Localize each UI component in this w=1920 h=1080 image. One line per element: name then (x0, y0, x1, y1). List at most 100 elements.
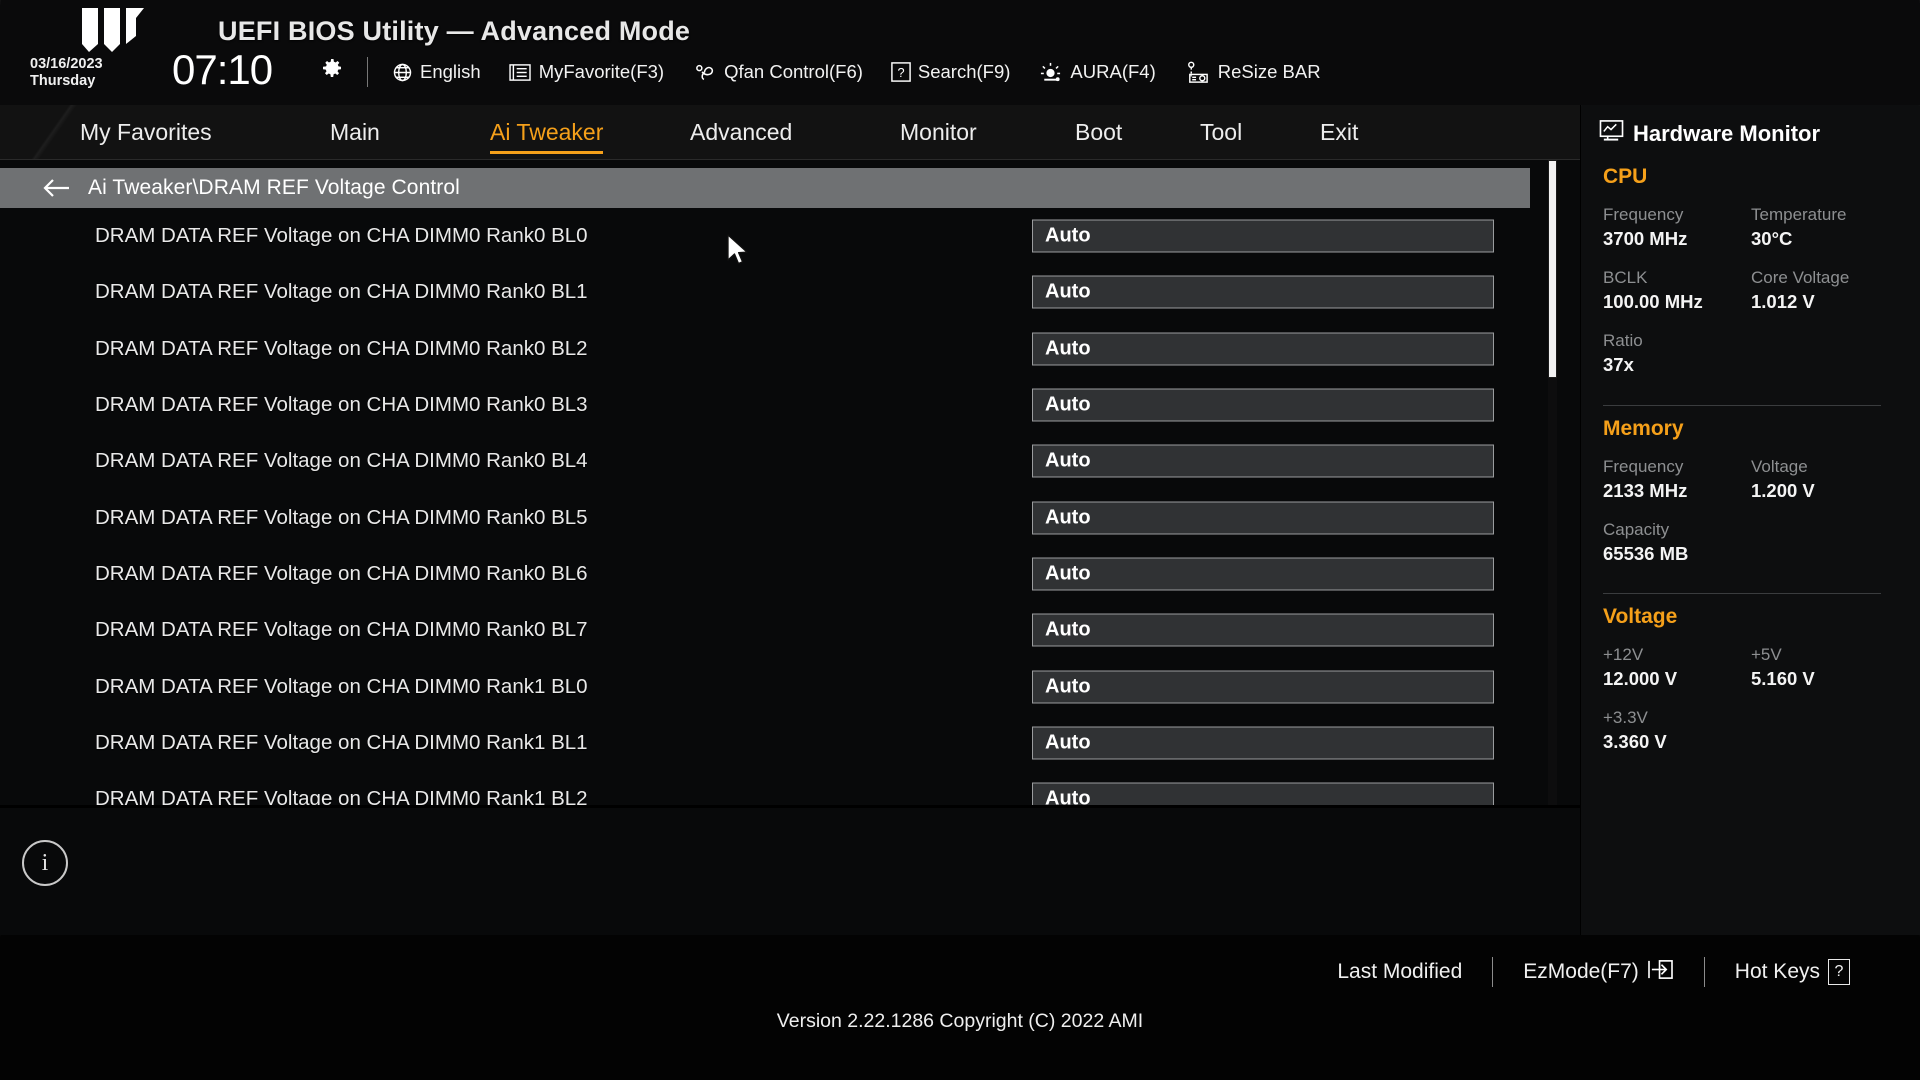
hw-metric-value: 5.160 V (1751, 668, 1815, 689)
setting-value-text: Auto (1045, 280, 1091, 303)
hw-metric: Voltage 1.200 V (1751, 455, 1815, 503)
list-icon (509, 63, 532, 82)
aura-button[interactable]: AURA(F4) (1038, 61, 1156, 84)
back-arrow-icon[interactable] (42, 177, 72, 199)
setting-row[interactable]: DRAM DATA REF Voltage on CHA DIMM0 Rank1… (0, 658, 1580, 714)
hw-metric: Ratio 37x (1603, 329, 1643, 377)
setting-value-field[interactable]: Auto (1032, 444, 1494, 478)
setting-row[interactable]: DRAM DATA REF Voltage on CHA DIMM0 Rank0… (0, 489, 1580, 545)
globe-icon (392, 62, 413, 83)
settings-list: DRAM DATA REF Voltage on CHA DIMM0 Rank0… (0, 208, 1580, 808)
header-divider (367, 57, 368, 87)
hw-metric-key: +3.3V (1603, 708, 1648, 727)
myfavorite-button[interactable]: MyFavorite(F3) (509, 61, 664, 83)
list-bottom-edge (0, 805, 1580, 808)
scrollbar-thumb[interactable] (1548, 160, 1557, 378)
hw-metric-key: Capacity (1603, 520, 1670, 539)
setting-row[interactable]: DRAM DATA REF Voltage on CHA DIMM0 Rank0… (0, 208, 1580, 264)
setting-value-text: Auto (1045, 337, 1091, 360)
tab-boot[interactable]: Boot (1075, 119, 1122, 152)
resize-bar-label: ReSize BAR (1217, 61, 1321, 82)
setting-label: DRAM DATA REF Voltage on CHA DIMM0 Rank0… (95, 618, 588, 642)
ezmode-button[interactable]: EzMode(F7) (1493, 958, 1704, 987)
hw-metric-value: 100.00 MHz (1603, 291, 1703, 312)
tab-ai-tweaker[interactable]: Ai Tweaker (490, 119, 604, 154)
hw-metric-key: Voltage (1751, 457, 1808, 476)
hw-metric-key: Temperature (1751, 205, 1847, 224)
ezmode-label: EzMode(F7) (1523, 960, 1639, 983)
search-button[interactable]: ? Search(F9) (891, 61, 1011, 83)
hotkeys-label: Hot Keys (1734, 960, 1820, 983)
setting-value-field[interactable]: Auto (1032, 726, 1494, 760)
breadcrumb[interactable]: Ai Tweaker\DRAM REF Voltage Control (0, 168, 1530, 208)
setting-row[interactable]: DRAM DATA REF Voltage on CHA DIMM0 Rank0… (0, 377, 1580, 433)
setting-value-text: Auto (1045, 618, 1091, 641)
setting-value-field[interactable]: Auto (1032, 275, 1494, 309)
setting-value-field[interactable]: Auto (1032, 557, 1494, 591)
hw-metric-key: Frequency (1603, 457, 1684, 476)
monitor-graph-icon (1599, 119, 1624, 148)
setting-row[interactable]: DRAM DATA REF Voltage on CHA DIMM0 Rank1… (0, 715, 1580, 771)
resize-bar-button[interactable]: ReSize BAR (1184, 60, 1321, 85)
hw-metric: Core Voltage 1.012 V (1751, 266, 1849, 314)
setting-row[interactable]: DRAM DATA REF Voltage on CHA DIMM0 Rank1… (0, 771, 1580, 808)
setting-value-field[interactable]: Auto (1032, 332, 1494, 366)
breadcrumb-path: Ai Tweaker\DRAM REF Voltage Control (88, 176, 460, 199)
setting-row[interactable]: DRAM DATA REF Voltage on CHA DIMM0 Rank0… (0, 433, 1580, 489)
setting-label: DRAM DATA REF Voltage on CHA DIMM0 Rank0… (95, 224, 588, 248)
date-display: 03/16/2023 Thursday (30, 56, 103, 90)
footer-actions: Last Modified EzMode(F7) Hot Keys ? (1307, 957, 1880, 987)
weekday-value: Thursday (30, 73, 96, 89)
exit-arrow-icon (1647, 958, 1674, 987)
setting-value-text: Auto (1045, 393, 1091, 416)
setting-label: DRAM DATA REF Voltage on CHA DIMM0 Rank0… (95, 280, 588, 304)
question-box-icon: ? (891, 61, 911, 83)
setting-row[interactable]: DRAM DATA REF Voltage on CHA DIMM0 Rank0… (0, 602, 1580, 658)
qfan-control-button[interactable]: Qfan Control(F6) (692, 61, 863, 83)
hw-metric: +12V 12.000 V (1603, 643, 1677, 691)
gear-icon[interactable] (320, 56, 344, 80)
tab-monitor[interactable]: Monitor (900, 119, 977, 152)
hw-metric-value: 3.360 V (1603, 731, 1667, 752)
setting-value-field[interactable]: Auto (1032, 219, 1494, 253)
tab-exit[interactable]: Exit (1320, 119, 1358, 152)
hotkeys-button[interactable]: Hot Keys ? (1705, 959, 1880, 985)
setting-value-field[interactable]: Auto (1032, 388, 1494, 422)
hardware-monitor-title: Hardware Monitor (1599, 119, 1820, 148)
last-modified-label: Last Modified (1337, 960, 1463, 983)
setting-value-field[interactable]: Auto (1032, 670, 1494, 704)
header-tools: English MyFavorite(F3) Qfan Control(F6) … (392, 57, 1321, 87)
info-icon[interactable]: i (22, 840, 68, 886)
clock-display: 07:10 (172, 46, 273, 93)
hw-metric: Capacity 65536 MB (1603, 518, 1688, 566)
language-button[interactable]: English (392, 61, 481, 83)
setting-row[interactable]: DRAM DATA REF Voltage on CHA DIMM0 Rank0… (0, 264, 1580, 320)
setting-value-text: Auto (1045, 506, 1091, 529)
setting-row[interactable]: DRAM DATA REF Voltage on CHA DIMM0 Rank0… (0, 321, 1580, 377)
lightbulb-icon (1038, 61, 1063, 84)
setting-row[interactable]: DRAM DATA REF Voltage on CHA DIMM0 Rank0… (0, 546, 1580, 602)
setting-label: DRAM DATA REF Voltage on CHA DIMM0 Rank0… (95, 561, 588, 585)
tab-tool[interactable]: Tool (1200, 119, 1242, 152)
search-label: Search(F9) (917, 61, 1011, 82)
hw-metric-value: 12.000 V (1603, 668, 1678, 689)
hw-metric-value: 1.200 V (1751, 480, 1815, 501)
tab-advanced[interactable]: Advanced (690, 119, 792, 152)
setting-value-text: Auto (1045, 224, 1091, 247)
myfavorite-label: MyFavorite(F3) (538, 61, 665, 82)
last-modified-button[interactable]: Last Modified (1307, 960, 1492, 984)
setting-value-text: Auto (1045, 675, 1091, 698)
tab-main[interactable]: Main (330, 119, 380, 152)
hw-metric-value: 3700 MHz (1603, 228, 1688, 249)
hw-metric-key: BCLK (1603, 268, 1648, 287)
hw-metric-key: +5V (1751, 645, 1782, 664)
setting-value-field[interactable]: Auto (1032, 613, 1494, 647)
info-label: i (41, 849, 49, 876)
setting-value-field[interactable]: Auto (1032, 501, 1494, 535)
fan-icon (692, 62, 717, 83)
hw-section-title: Voltage (1603, 605, 1678, 628)
date-value: 03/16/2023 (30, 56, 103, 72)
setting-label: DRAM DATA REF Voltage on CHA DIMM0 Rank0… (95, 449, 588, 473)
setting-label: DRAM DATA REF Voltage on CHA DIMM0 Rank0… (95, 505, 588, 529)
tab-my-favorites[interactable]: My Favorites (80, 119, 212, 152)
